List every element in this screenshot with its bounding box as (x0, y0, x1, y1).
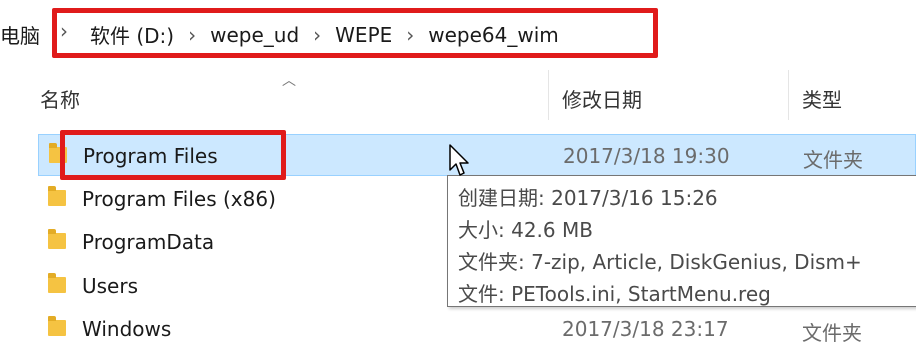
column-divider[interactable] (788, 70, 789, 120)
item-type: 文件夹 (803, 148, 863, 172)
column-header-name[interactable]: 名称 (40, 84, 80, 113)
chevron-right-icon[interactable]: › (394, 23, 426, 47)
sort-up-icon: ︿ (282, 73, 296, 89)
column-divider[interactable] (548, 70, 549, 120)
breadcrumb-item-wepe64-wim[interactable]: wepe64_wim (426, 23, 561, 47)
column-header-row: ︿ 名称 修改日期 类型 (0, 70, 916, 120)
chevron-right-icon[interactable]: › (176, 23, 208, 47)
item-type: 文件夹 (802, 321, 862, 343)
item-date: 2017/3/18 23:17 (562, 317, 729, 341)
file-info-tooltip: 创建日期: 2017/3/16 15:26 大小: 42.6 MB 文件夹: 7… (447, 175, 916, 307)
item-date: 2017/3/18 19:30 (563, 144, 730, 168)
chevron-right-icon[interactable]: › (301, 23, 333, 47)
folder-icon (48, 229, 66, 249)
mouse-cursor-icon (449, 144, 469, 176)
tooltip-folders: 文件夹: 7-zip, Article, DiskGenius, Dism+ (458, 250, 862, 274)
list-item[interactable]: Windows 2017/3/18 23:17 文件夹 (38, 308, 916, 343)
folder-icon (48, 273, 66, 293)
column-header-date-modified[interactable]: 修改日期 (562, 84, 642, 113)
item-name: Users (82, 274, 139, 298)
item-name: ProgramData (82, 230, 215, 254)
breadcrumb-item-drive[interactable]: 软件 (D:) (88, 20, 176, 49)
breadcrumb: 电脑 › 软件 (D:) › wepe_ud › WEPE › wepe64_w… (0, 8, 916, 58)
column-header-type[interactable]: 类型 (802, 84, 842, 113)
breadcrumb-root[interactable]: 电脑 (0, 20, 40, 49)
tooltip-files: 文件: PETools.ini, StartMenu.reg (458, 282, 771, 306)
tooltip-created: 创建日期: 2017/3/16 15:26 (458, 186, 718, 210)
tooltip-size: 大小: 42.6 MB (458, 218, 593, 242)
breadcrumb-item-wepe-ud[interactable]: wepe_ud (208, 23, 301, 47)
breadcrumb-item-wepe[interactable]: WEPE (333, 23, 394, 47)
folder-icon (48, 316, 66, 336)
item-name: Program Files (x86) (82, 187, 276, 211)
item-name: Windows (82, 317, 172, 341)
name-highlight-box (60, 130, 286, 180)
breadcrumb-items: 软件 (D:) › wepe_ud › WEPE › wepe64_wim (88, 20, 561, 49)
folder-icon (48, 186, 66, 206)
file-explorer: 电脑 › 软件 (D:) › wepe_ud › WEPE › wepe64_w… (0, 0, 916, 343)
